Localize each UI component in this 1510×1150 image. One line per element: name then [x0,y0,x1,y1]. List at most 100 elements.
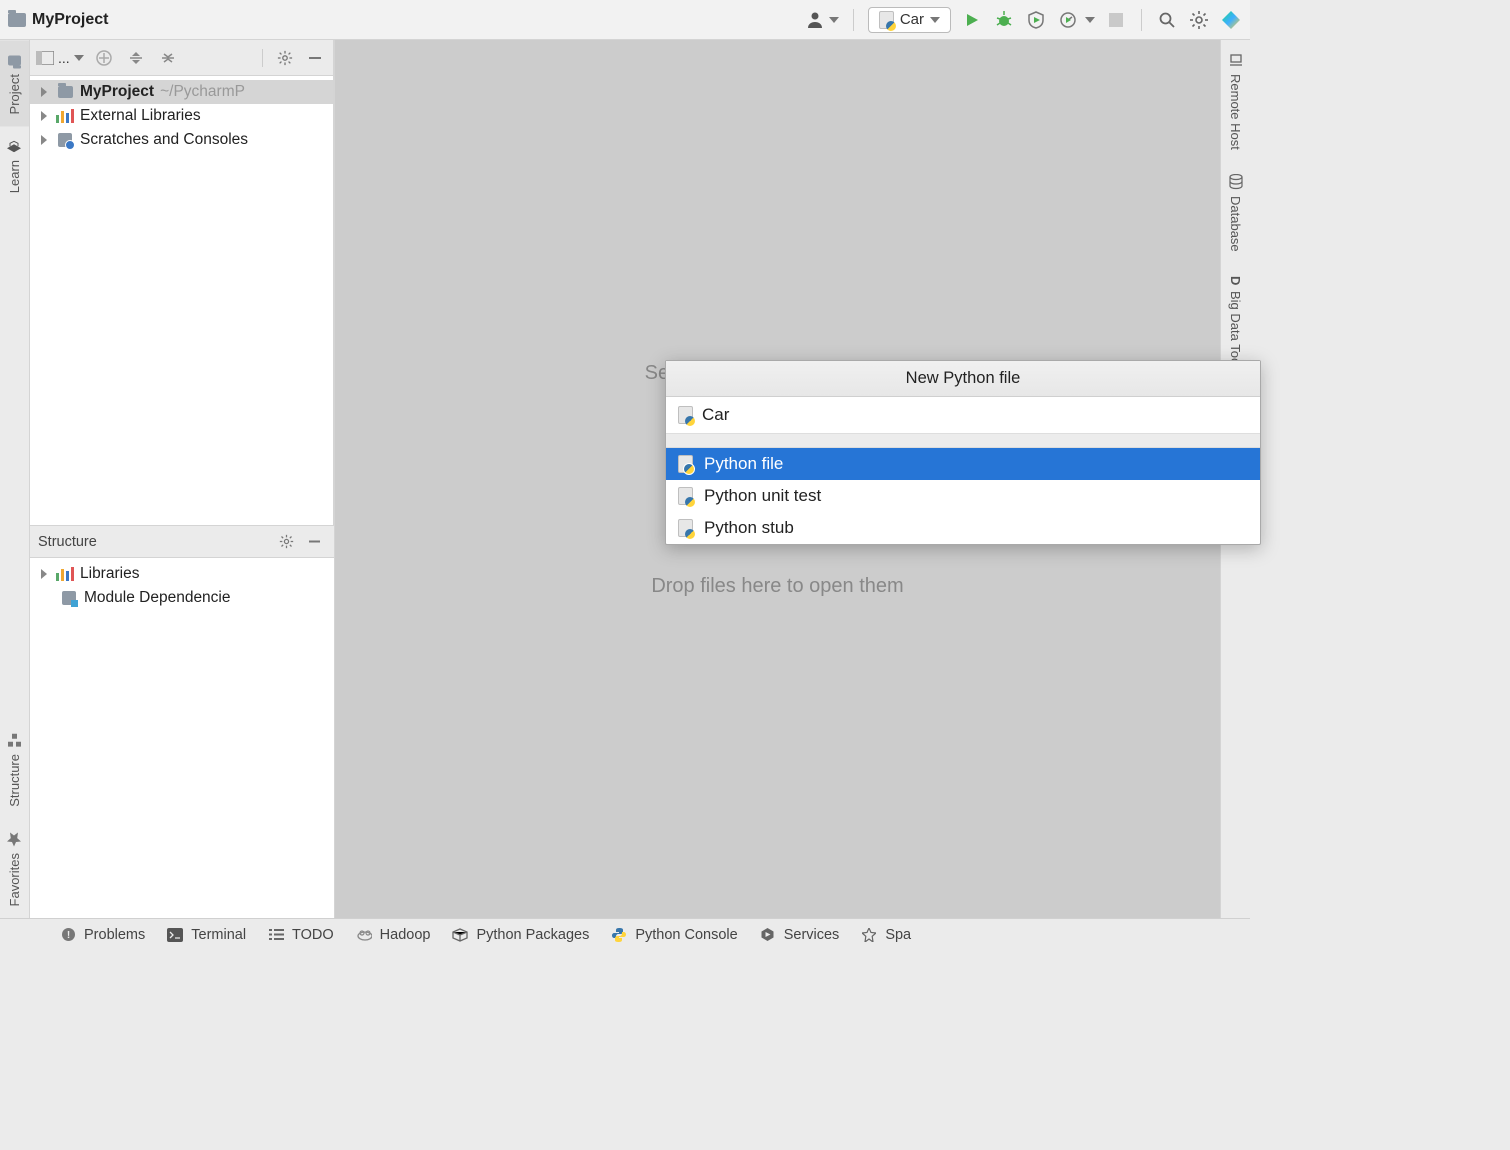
tab-label: Python Console [635,927,737,943]
tree-item-path: ~/PycharmP [160,83,245,101]
database-icon [1228,174,1244,190]
module-deps-icon [60,590,78,606]
editor-area: Search Everywhere Double ⇧ Drop files he… [335,40,1220,918]
tab-project[interactable]: Project [0,40,29,126]
project-view-selector[interactable]: ... [36,50,84,66]
tree-root-item[interactable]: MyProject ~/PycharmP [30,80,333,104]
folder-icon [7,52,23,68]
libraries-icon [56,108,74,124]
dialog-input-row [666,397,1260,434]
hide-panel-icon[interactable] [303,46,327,70]
folder-icon [56,84,74,100]
packages-icon [452,927,468,943]
hide-panel-icon[interactable] [302,530,326,554]
chevron-right-icon[interactable] [38,111,50,121]
structure-module-deps-item[interactable]: Module Dependencie [30,586,334,610]
tab-label: Services [784,927,840,943]
python-file-icon [879,11,894,29]
view-combo-label: ... [58,50,70,66]
run-coverage-button[interactable] [1025,9,1047,31]
python-file-icon [676,519,694,537]
option-label: Python file [704,454,783,474]
project-tree[interactable]: MyProject ~/PycharmP External Libraries … [30,76,333,156]
option-label: Python stub [704,518,794,538]
tab-label: Python Packages [476,927,589,943]
chevron-right-icon[interactable] [38,135,50,145]
python-icon [611,927,627,943]
gear-icon[interactable] [274,530,298,554]
settings-gear-icon[interactable] [1188,9,1210,31]
stop-button[interactable] [1105,9,1127,31]
tab-python-packages[interactable]: Python Packages [452,927,589,943]
tab-spark[interactable]: Spa [861,927,911,943]
separator [853,9,854,31]
tab-hadoop[interactable]: Hadoop [356,927,431,943]
option-python-file[interactable]: Python file [666,448,1260,480]
gear-icon[interactable] [273,46,297,70]
python-file-icon [676,487,694,505]
hadoop-icon [356,927,372,943]
debug-button[interactable] [993,9,1015,31]
option-label: Python unit test [704,486,821,506]
tab-database[interactable]: Database [1221,162,1250,264]
option-python-stub[interactable]: Python stub [666,512,1260,544]
run-config-selector[interactable]: Car [868,7,951,33]
structure-icon [7,732,23,748]
chevron-right-icon[interactable] [38,87,50,97]
filename-input[interactable] [702,405,1250,425]
tab-learn[interactable]: Learn [0,126,29,205]
python-file-icon [676,455,694,473]
tab-label: Terminal [191,927,246,943]
new-python-file-dialog: New Python file Python file Python unit … [665,360,1261,545]
user-avatar-dropdown[interactable] [807,11,839,29]
tab-label: Hadoop [380,927,431,943]
drop-files-label: Drop files here to open them [645,575,911,598]
big-data-prefix: D [1228,276,1243,285]
tab-remote-host[interactable]: Remote Host [1221,40,1250,162]
tab-terminal[interactable]: Terminal [167,927,246,943]
jetbrains-logo-icon[interactable] [1220,9,1242,31]
structure-panel-header: Structure [30,526,334,558]
option-python-unit-test[interactable]: Python unit test [666,480,1260,512]
tree-item-label: Scratches and Consoles [80,131,248,149]
collapse-all-icon[interactable] [156,46,180,70]
project-folder-icon [8,13,26,27]
tab-todo[interactable]: TODO [268,927,334,943]
tab-problems[interactable]: ! Problems [60,927,145,943]
run-config-label: Car [900,11,924,28]
svg-text:!: ! [66,930,69,941]
tab-structure[interactable]: Structure [0,720,29,819]
structure-libraries-item[interactable]: Libraries [30,562,334,586]
main-area: Project Learn Structure Favorites [0,40,1250,918]
terminal-icon [167,927,183,943]
tab-label: Favorites [7,853,22,906]
tab-label: Problems [84,927,145,943]
structure-tree[interactable]: Libraries Module Dependencie [30,558,334,918]
tab-services[interactable]: Services [760,927,840,943]
run-button[interactable] [961,9,983,31]
star-icon [7,831,23,847]
tree-item-label: Module Dependencie [84,589,231,607]
chevron-down-icon[interactable] [1085,17,1095,23]
select-opened-file-icon[interactable] [92,46,116,70]
python-file-icon [676,406,694,424]
profile-button[interactable] [1057,9,1079,31]
project-name-breadcrumb[interactable]: MyProject [32,11,108,29]
search-icon[interactable] [1156,9,1178,31]
tab-favorites[interactable]: Favorites [0,819,29,918]
chevron-down-icon [829,17,839,23]
tree-scratches[interactable]: Scratches and Consoles [30,128,333,152]
project-panel-toolbar: ... [30,40,333,76]
project-tool-window: ... [30,40,334,525]
tree-item-label: External Libraries [80,107,201,125]
chevron-down-icon [74,55,84,61]
bottom-tool-window-bar: ! Problems Terminal TODO Hadoop Python P… [0,918,1250,950]
tree-external-libraries[interactable]: External Libraries [30,104,333,128]
star-icon [861,927,877,943]
services-icon [760,927,776,943]
tab-python-console[interactable]: Python Console [611,927,737,943]
tab-label: Structure [7,754,22,807]
expand-all-icon[interactable] [124,46,148,70]
tab-label: Spa [885,927,911,943]
chevron-right-icon[interactable] [38,569,50,579]
